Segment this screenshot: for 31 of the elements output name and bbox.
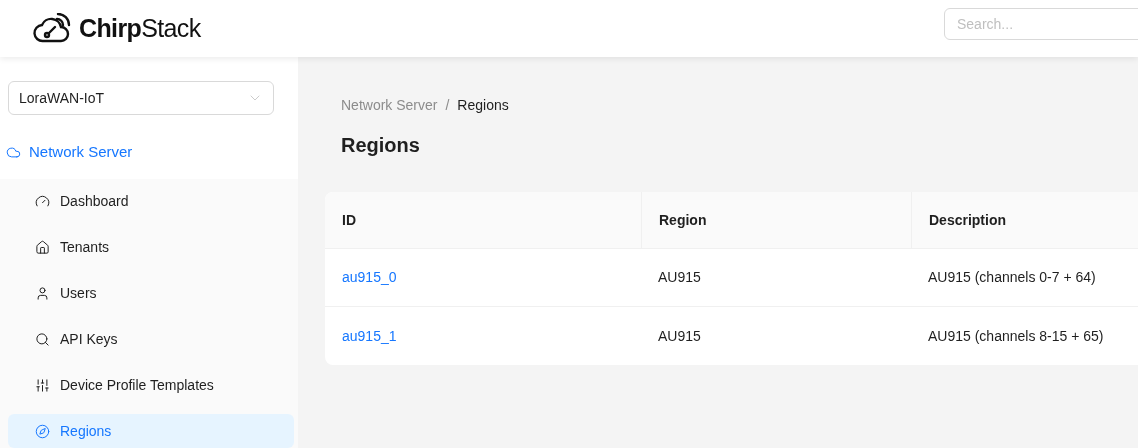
menu-item[interactable]: API Keys [8,322,294,356]
magnifier-icon [35,331,50,347]
table-cell: AU915 (channels 0-7 + 64) [928,269,1096,285]
breadcrumb-separator: / [445,96,450,115]
region-link[interactable]: au915_0 [342,269,397,285]
section-label: Network Server [29,142,133,162]
cloud-logo-icon [33,12,71,45]
cloud-icon [6,144,21,160]
sliders-icon [35,377,50,393]
column-header: Description [929,210,1006,230]
menu-item[interactable]: Regions [8,414,294,448]
compass-icon [35,423,50,439]
column-header: ID [342,210,356,230]
column-header: Region [659,210,707,230]
menu-item[interactable]: Device Profile Templates [8,368,294,402]
region-link[interactable]: au915_1 [342,327,397,344]
logo-text: ChirpStack [79,12,201,44]
table-cell: AU915 [658,269,701,285]
breadcrumb-item: Regions [457,96,509,115]
menu-item[interactable]: Dashboard [8,184,294,218]
tenant-select[interactable]: LoraWAN-IoT [8,81,274,115]
menu-item[interactable]: Tenants [8,230,294,264]
table-cell: AU915 (channels 8-15 + 65) [928,327,1104,344]
search-field[interactable]: Search... [944,8,1138,40]
menu-section[interactable]: Network Server [6,141,274,164]
menu-item[interactable]: Users [8,276,294,310]
gauge-icon [35,193,50,209]
page-title: Regions [340,133,421,158]
table-cell: AU915 [658,327,701,344]
user-icon [35,285,50,301]
home-icon [35,239,50,255]
